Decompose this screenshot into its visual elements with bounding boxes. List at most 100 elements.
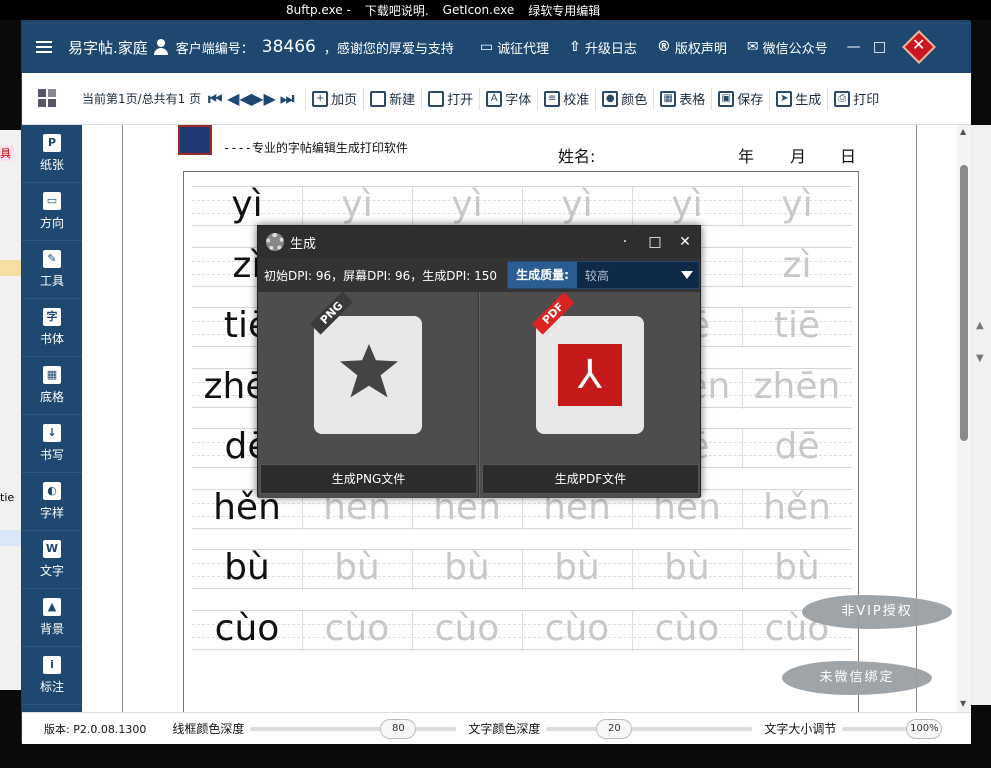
copyright-link[interactable]: ® 版权声明: [657, 38, 727, 57]
calibrate-label: 校准: [563, 89, 589, 108]
layout-grid-icon[interactable]: [38, 89, 58, 109]
quality-value: 较高: [577, 267, 681, 284]
contrast-icon: ◐: [43, 482, 61, 500]
vertical-scrollbar[interactable]: ▲ ▼: [957, 125, 971, 712]
open-button[interactable]: 打开: [421, 88, 479, 110]
pinyin-trace: bù: [522, 540, 632, 596]
close-button[interactable]: ✕: [902, 30, 936, 64]
changelog-link[interactable]: ⇧ 升级日志: [569, 38, 637, 57]
pdf-option[interactable]: PDF ⅄ 生成PDF文件: [479, 292, 700, 498]
image-icon: ▲: [43, 598, 61, 616]
send-icon: ➤: [776, 91, 792, 107]
generate-pdf-button[interactable]: 生成PDF文件: [482, 464, 699, 494]
last-page-button[interactable]: ⏭: [275, 89, 299, 109]
next-page-button[interactable]: ▶▶: [251, 89, 275, 108]
font-size-slider[interactable]: 100%: [842, 727, 932, 731]
menu-icon[interactable]: [36, 41, 52, 53]
sidebar-item-orientation[interactable]: ▭方向: [22, 183, 82, 241]
dialog-dot: ·: [610, 234, 640, 250]
scroll-down-icon[interactable]: ▼: [960, 699, 966, 708]
png-file-icon: PNG: [314, 316, 422, 434]
wechat-link[interactable]: ✉ 微信公众号: [747, 38, 828, 57]
font-size-label: 文字大小调节: [764, 720, 836, 737]
pinyin-trace: hěn: [742, 480, 852, 536]
add-page-button[interactable]: + 加页: [305, 88, 363, 110]
scroll-up-icon[interactable]: ▲: [960, 127, 966, 136]
customer-id: 38466: [262, 37, 316, 57]
version-text: 版本: P2.0.08.1300: [44, 721, 146, 737]
font-button[interactable]: A 字体: [479, 88, 537, 110]
maximize-button[interactable]: □: [870, 39, 890, 55]
sidebar-item-paper[interactable]: P纸张: [22, 125, 82, 183]
sidebar-item-writing[interactable]: ↓书写: [22, 415, 82, 473]
text-color-slider[interactable]: 20: [546, 727, 752, 731]
sidebar-item-grid[interactable]: ▦底格: [22, 357, 82, 415]
dialog-close-button[interactable]: ✕: [670, 234, 700, 250]
desktop-item[interactable]: 8uftp.exe -: [286, 3, 351, 17]
pdf-file-icon: PDF ⅄: [536, 316, 644, 434]
sidebar-item-style[interactable]: ◐字样: [22, 473, 82, 531]
pinyin-trace: bù: [302, 540, 412, 596]
status-bar: 版本: P2.0.08.1300 线框颜色深度 80 文字颜色深度 20 文字大…: [22, 712, 971, 744]
sidebar-item-tools[interactable]: ✎工具: [22, 241, 82, 299]
text-color-knob[interactable]: 20: [596, 719, 632, 739]
background-text: 具: [0, 145, 13, 161]
new-button[interactable]: 新建: [363, 88, 421, 110]
save-button[interactable]: ▣ 保存: [711, 88, 769, 110]
pinyin-trace: bù: [412, 540, 522, 596]
sidebar-item-label: 文字: [40, 562, 64, 579]
quality-select[interactable]: 生成质量: 较高: [507, 261, 700, 289]
sidebar-item-label: 背景: [40, 620, 64, 637]
print-button[interactable]: ⎙ 打印: [827, 88, 885, 110]
dialog-info-bar: 初始DPI: 96，屏幕DPI: 96，生成DPI: 150 生成质量: 较高: [258, 258, 700, 292]
sidebar-item-background[interactable]: ▲ 背景: [22, 589, 82, 647]
frame-color-slider[interactable]: 80: [250, 727, 456, 731]
color-button[interactable]: ● 颜色: [595, 88, 653, 110]
font-size-knob[interactable]: 100%: [906, 719, 942, 739]
prev-page-button[interactable]: ◀◀: [227, 89, 251, 108]
generate-button[interactable]: ➤ 生成: [769, 88, 827, 110]
chevron-down-icon: ▼: [976, 353, 984, 364]
print-label: 打印: [853, 89, 879, 108]
minimize-button[interactable]: —: [844, 39, 864, 55]
generate-png-button[interactable]: 生成PNG文件: [260, 464, 477, 494]
background-strip: [0, 260, 22, 276]
close-icon: ✕: [902, 35, 936, 54]
user-icon: [154, 39, 168, 55]
practice-row: yìyìyìyìyìyì: [192, 186, 852, 226]
generate-label: 生成: [795, 89, 821, 108]
dialog-maximize-button[interactable]: □: [640, 234, 670, 250]
desktop-item[interactable]: GetIcon.exe: [443, 3, 515, 17]
png-option[interactable]: PNG 生成PNG文件: [258, 292, 479, 498]
sidebar-item-text[interactable]: W文字: [22, 531, 82, 589]
plus-icon: +: [312, 91, 328, 107]
frame-color-knob[interactable]: 80: [380, 719, 416, 739]
day-label: 日: [840, 143, 856, 167]
practice-row: bùbùbùbùbùbù: [192, 549, 852, 589]
sidebar: P纸张 ▭方向 ✎工具 字书体 ▦底格 ↓书写 ◐字样 W文字 ▲ 背景 i标注: [22, 125, 82, 712]
pinyin-trace: yì: [742, 177, 852, 233]
calibrate-button[interactable]: ≡ 校准: [537, 88, 595, 110]
pinyin-model: bù: [192, 540, 302, 596]
dpi-info: 初始DPI: 96，屏幕DPI: 96，生成DPI: 150: [264, 267, 497, 284]
first-page-button[interactable]: ⏮: [203, 89, 227, 109]
registered-icon: ®: [657, 39, 671, 55]
desktop-item[interactable]: 绿软专用编辑: [528, 2, 600, 19]
agent-link[interactable]: ▭ 诚征代理: [480, 38, 549, 57]
save-label: 保存: [737, 89, 763, 108]
sidebar-item-label: 标注: [40, 678, 64, 695]
generate-dialog: 生成 · □ ✕ 初始DPI: 96，屏幕DPI: 96，生成DPI: 150 …: [257, 225, 701, 497]
sidebar-item-label: 工具: [40, 272, 64, 289]
desktop-item[interactable]: 下载吧说明.: [365, 2, 429, 19]
scrollbar-thumb[interactable]: [960, 165, 968, 441]
star-shape-icon: [340, 344, 398, 402]
table-button[interactable]: ▦ 表格: [653, 88, 711, 110]
desktop-taskbar-text: 8uftp.exe - 下载吧说明. GetIcon.exe 绿软专用编辑: [0, 0, 991, 20]
dialog-title: 生成: [290, 233, 316, 252]
table-icon: ▦: [660, 91, 676, 107]
sidebar-item-script[interactable]: 字书体: [22, 299, 82, 357]
sidebar-item-annotate[interactable]: i标注: [22, 647, 82, 705]
pinyin-trace: zì: [742, 238, 852, 294]
background-strip: [0, 530, 22, 546]
changelog-link-label: 升级日志: [585, 38, 637, 57]
